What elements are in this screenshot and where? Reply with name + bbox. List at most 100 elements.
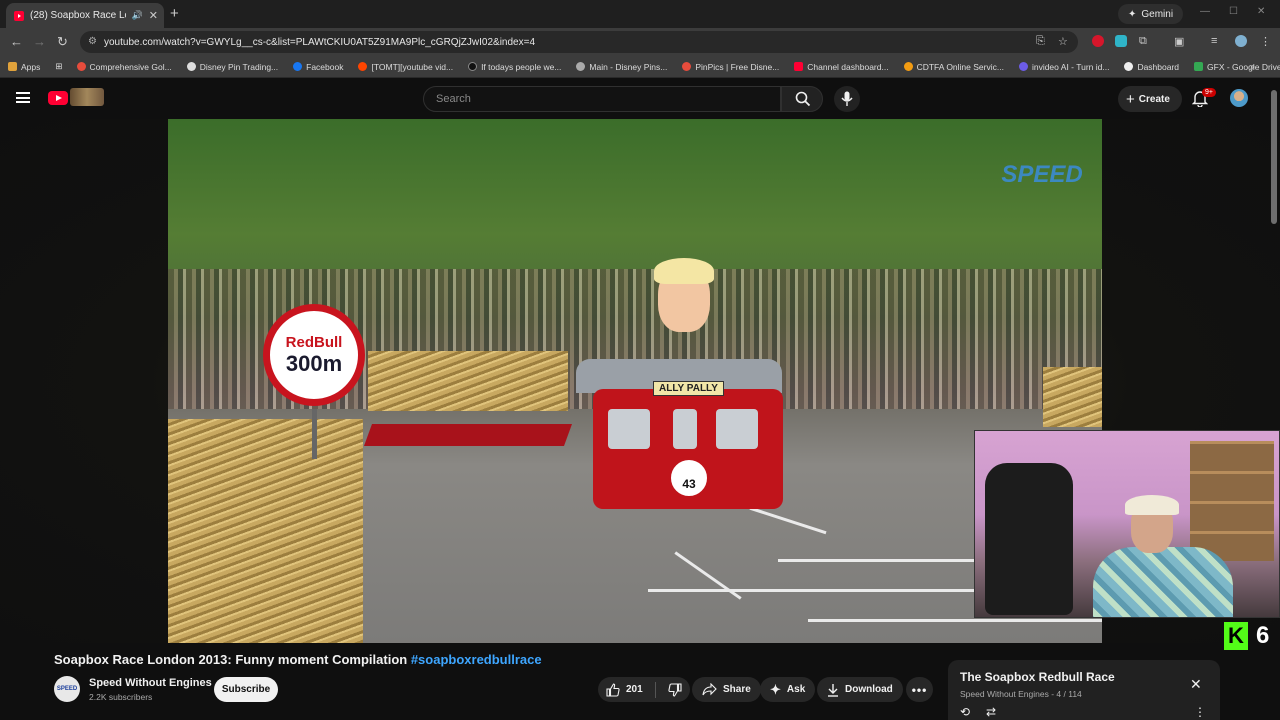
share-button[interactable]: Share xyxy=(692,677,761,702)
window-close-icon[interactable]: ✕ xyxy=(1257,6,1265,17)
bus-window xyxy=(673,409,697,449)
bookmark-favicon-icon xyxy=(1124,62,1134,71)
sign-brand-text: RedBull xyxy=(285,333,343,351)
create-button[interactable]: + Create xyxy=(1118,86,1182,112)
account-avatar[interactable] xyxy=(1230,89,1248,107)
tab-close-icon[interactable]: ✕ xyxy=(149,9,158,22)
page-scrollbar[interactable] xyxy=(1271,90,1277,224)
ask-button[interactable]: ✦ Ask xyxy=(760,677,816,702)
voice-search-button[interactable] xyxy=(834,86,860,112)
profile-avatar-icon[interactable] xyxy=(1235,35,1247,47)
youtube-logo-icon[interactable] xyxy=(48,91,68,105)
forward-arrow-icon[interactable]: → xyxy=(33,34,46,49)
bus-destination-plate: ALLY PALLY xyxy=(653,381,724,396)
bookmark-item[interactable]: Dashboard xyxy=(1124,62,1179,72)
search-box[interactable] xyxy=(423,86,781,112)
road-line xyxy=(674,551,742,600)
bookmark-item[interactable]: Main - Disney Pins... xyxy=(576,62,667,72)
playlist-channel[interactable]: Speed Without Engines xyxy=(960,689,1049,699)
youtube-doodle-logo[interactable] xyxy=(70,88,104,106)
video-title: Soapbox Race London 2013: Funny moment C… xyxy=(54,652,542,667)
share-arrow-icon xyxy=(702,683,717,696)
minimize-icon[interactable]: — xyxy=(1200,6,1210,17)
bookmark-favicon-icon xyxy=(903,62,913,71)
search-input[interactable] xyxy=(436,93,780,105)
hay-bales xyxy=(368,351,568,411)
like-dislike-group: 201 xyxy=(598,677,690,702)
hay-bales xyxy=(168,419,363,643)
google-drive-icon xyxy=(1194,62,1204,71)
loop-icon[interactable]: ⟲ xyxy=(960,705,970,719)
tiktok-icon xyxy=(468,62,478,71)
gemini-button[interactable]: ✦ Gemini xyxy=(1118,4,1184,24)
site-info-icon[interactable]: ⚙ xyxy=(88,36,97,47)
bookmark-item[interactable]: CDTFA Online Servic... xyxy=(903,62,1004,72)
subscribe-button[interactable]: Subscribe xyxy=(214,677,278,702)
split-view-icon[interactable]: ▣ xyxy=(1174,35,1184,48)
like-button[interactable]: 201 xyxy=(606,682,643,697)
extension-red-icon[interactable] xyxy=(1092,35,1104,47)
download-button[interactable]: Download xyxy=(817,677,903,702)
tab-audio-icon[interactable]: 🔊 xyxy=(132,10,143,21)
apps-grid-icon xyxy=(8,62,17,71)
bookmark-star-icon[interactable]: ☆ xyxy=(1058,35,1068,48)
browser-menu-icon[interactable]: ⋮ xyxy=(1260,35,1271,48)
tab-title: (28) Soapbox Race London xyxy=(30,10,126,21)
address-bar[interactable]: ⚙ youtube.com/watch?v=GWYLg__cs-c&list=P… xyxy=(80,31,1078,53)
shuffle-icon[interactable]: ⇄ xyxy=(986,705,996,719)
youtube-favicon-icon xyxy=(794,62,804,71)
bookmark-item[interactable]: PinPics | Free Disne... xyxy=(682,62,779,72)
distance-sign: RedBull 300m xyxy=(263,304,365,406)
back-arrow-icon[interactable]: ← xyxy=(10,34,23,49)
sparkle-icon: ✦ xyxy=(770,681,781,697)
bookmark-item[interactable]: Comprehensive Gol... xyxy=(76,62,172,72)
bookmark-item[interactable]: invideo AI - Turn id... xyxy=(1018,62,1109,72)
hashtag-link[interactable]: #soapboxredbullrace xyxy=(411,652,542,667)
bookmarks-bar: Apps ⊞ Comprehensive Gol... Disney Pin T… xyxy=(0,56,1280,78)
bookmarks-overflow-icon[interactable]: » xyxy=(1250,61,1255,71)
microphone-icon xyxy=(841,91,853,106)
playlist-menu-icon[interactable]: ⋮ xyxy=(1194,705,1206,719)
download-icon xyxy=(828,683,838,697)
like-count: 201 xyxy=(626,684,643,695)
video-player[interactable]: RedBull 300m ALLY PALLY 43 SPEED xyxy=(168,119,1102,643)
channel-watermark[interactable]: SPEED xyxy=(996,129,1088,221)
reading-list-icon[interactable]: ≡ xyxy=(1211,35,1217,47)
create-label: Create xyxy=(1138,93,1170,105)
kick-logo-icon: K xyxy=(1224,622,1248,650)
new-tab-icon[interactable]: + xyxy=(170,5,179,22)
road-line xyxy=(749,506,827,535)
download-label: Download xyxy=(845,684,893,695)
more-actions-button[interactable]: ••• xyxy=(906,677,933,702)
search-button[interactable] xyxy=(781,86,823,112)
cast-icon[interactable]: ⎘ xyxy=(1036,35,1045,48)
channel-name[interactable]: Speed Without Engines xyxy=(89,677,212,689)
bookmark-apps[interactable]: Apps xyxy=(8,62,40,72)
bookmark-item[interactable]: Facebook xyxy=(293,62,343,72)
kick-counter: 6 xyxy=(1256,622,1270,649)
extensions-puzzle-icon[interactable]: ⧉ xyxy=(1139,35,1147,48)
maximize-icon[interactable]: ☐ xyxy=(1229,6,1238,17)
bookmark-item[interactable]: Channel dashboard... xyxy=(794,62,889,72)
playlist-close-icon[interactable]: ✕ xyxy=(1190,676,1202,693)
thumbs-down-icon[interactable] xyxy=(668,682,682,697)
bookmark-item[interactable]: If todays people we... xyxy=(468,62,561,72)
bookmark-item[interactable]: Disney Pin Trading... xyxy=(186,62,278,72)
channel-avatar[interactable]: SPEED xyxy=(54,676,80,702)
youtube-favicon-icon xyxy=(14,10,24,21)
streamer xyxy=(1093,495,1233,617)
gemini-label: Gemini xyxy=(1141,8,1174,20)
bookmark-item[interactable]: [TOMT][youtube vid... xyxy=(358,62,453,72)
reload-icon[interactable]: ↻ xyxy=(57,34,68,50)
road-line xyxy=(808,619,1102,622)
browser-tab-youtube[interactable]: (28) Soapbox Race London 🔊 ✕ xyxy=(6,3,164,28)
bookmark-item[interactable]: GFX - Google Drive xyxy=(1194,62,1280,72)
share-label: Share xyxy=(723,684,751,695)
extension-teal-icon[interactable] xyxy=(1115,35,1127,47)
browser-tab-strip: (28) Soapbox Race London 🔊 ✕ + ✦ Gemini … xyxy=(0,0,1280,28)
tab-groups-icon[interactable]: ⊞ xyxy=(55,61,62,72)
guide-menu-icon[interactable] xyxy=(16,92,30,103)
playlist-title[interactable]: The Soapbox Redbull Race xyxy=(960,670,1115,684)
bookmark-favicon-icon xyxy=(682,62,692,71)
bookmark-favicon-icon xyxy=(1018,62,1028,71)
